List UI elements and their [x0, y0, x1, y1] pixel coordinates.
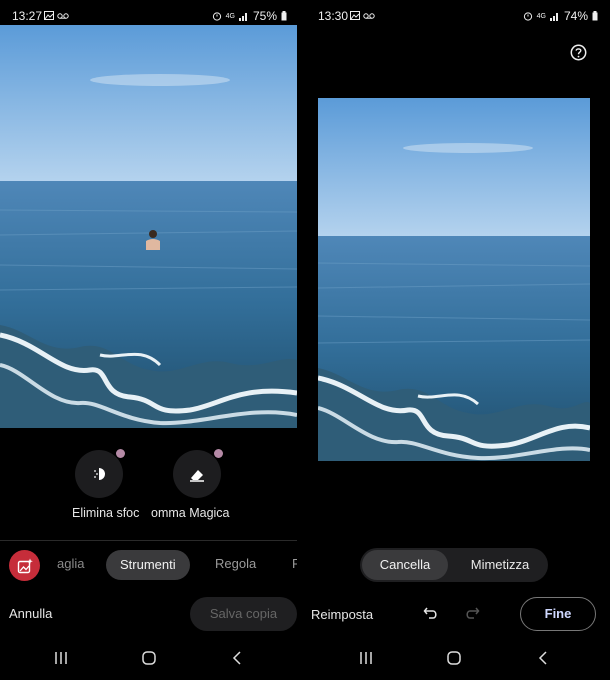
battery-icon: [592, 11, 598, 21]
signal-icon: [549, 13, 558, 21]
tab-adjust[interactable]: Regola: [215, 556, 256, 571]
system-navbar: [303, 645, 610, 671]
photo-image: [0, 25, 297, 428]
blur-tool-button[interactable]: [75, 449, 125, 498]
recents-icon[interactable]: [54, 651, 68, 665]
eraser-icon: [190, 470, 204, 482]
magic-eraser-tool-label: omma Magica: [151, 506, 230, 520]
voicemail-icon: [363, 13, 375, 19]
home-icon[interactable]: [142, 651, 156, 665]
right-screen: 13:30 4G 74% Cancella Mimetizza Reimpost…: [303, 0, 610, 680]
magic-eraser-tool-button[interactable]: [173, 449, 223, 498]
voicemail-icon: [57, 13, 69, 19]
status-bar: 13:30 4G 74%: [303, 0, 610, 32]
undo-icon[interactable]: [423, 605, 439, 621]
status-time: 13:27: [12, 9, 43, 23]
gallery-notification-icon: [350, 11, 360, 20]
signal-icon: [238, 13, 247, 21]
battery-percent: 75%: [252, 9, 277, 23]
alarm-icon: [212, 12, 221, 21]
image-sparkle-icon: [17, 558, 33, 573]
back-icon[interactable]: [538, 651, 548, 665]
erase-mode-segmented-control: Cancella Mimetizza: [360, 548, 548, 582]
network-label: 4G: [536, 12, 546, 20]
new-badge: [214, 449, 223, 458]
camouflage-option[interactable]: Mimetizza: [456, 550, 544, 580]
edited-photo[interactable]: [318, 98, 590, 461]
left-screen: 13:27 4G 75% Elimina sfoc omma Magica ag…: [0, 0, 297, 680]
save-copy-button[interactable]: Salva copia: [190, 597, 297, 631]
redo-icon: [466, 607, 480, 619]
blur-tool-label: Elimina sfoc: [72, 506, 140, 520]
erase-option[interactable]: Cancella: [362, 550, 448, 580]
home-icon[interactable]: [447, 651, 461, 665]
battery-icon: [281, 11, 287, 21]
new-badge: [116, 449, 125, 458]
suggestions-button[interactable]: [9, 550, 40, 581]
tab-crop[interactable]: aglia: [57, 556, 84, 571]
system-navbar: [0, 645, 297, 671]
cancel-button[interactable]: Annulla: [9, 606, 52, 621]
done-button[interactable]: Fine: [520, 597, 596, 631]
edited-photo[interactable]: [0, 25, 297, 428]
tab-tools[interactable]: Strumenti: [106, 550, 190, 580]
photo-image: [318, 98, 590, 461]
network-label: 4G: [225, 12, 235, 20]
gallery-notification-icon: [44, 11, 54, 20]
alarm-icon: [523, 12, 532, 21]
back-icon[interactable]: [232, 651, 242, 665]
editor-tabs: aglia Strumenti Regola F: [0, 550, 297, 581]
divider: [0, 540, 297, 541]
blur-icon: [93, 468, 105, 480]
recents-icon[interactable]: [359, 651, 373, 665]
tab-filters[interactable]: F: [292, 556, 297, 571]
reset-button[interactable]: Reimposta: [311, 607, 373, 622]
status-time: 13:30: [318, 9, 349, 23]
help-icon[interactable]: [570, 44, 587, 61]
battery-percent: 74%: [563, 9, 588, 23]
